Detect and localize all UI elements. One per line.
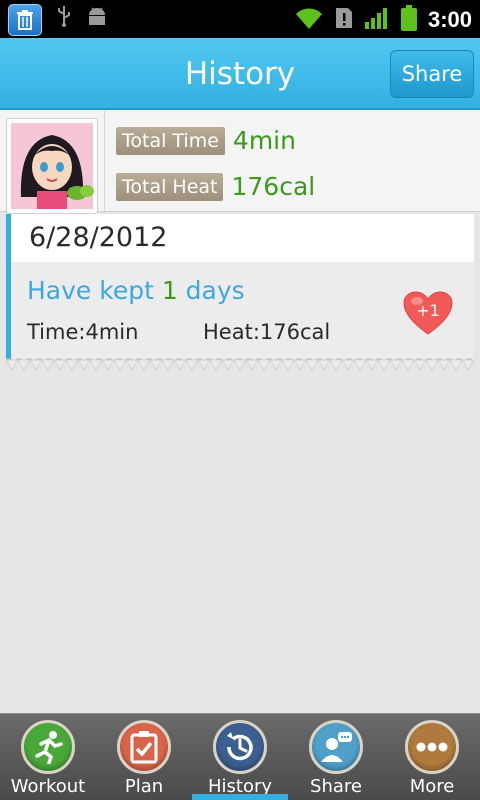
nav-label-share: Share bbox=[310, 776, 362, 797]
total-heat-label: Total Heat bbox=[116, 172, 224, 201]
total-time-value: 4min bbox=[232, 126, 296, 155]
android-icon bbox=[86, 4, 108, 36]
battery-icon bbox=[400, 4, 418, 36]
total-time-row: Total Time 4min bbox=[116, 126, 296, 155]
avatar[interactable] bbox=[6, 118, 98, 214]
trash-icon[interactable] bbox=[8, 4, 42, 36]
header-bar: History Share bbox=[0, 38, 480, 110]
nav-label-plan: Plan bbox=[124, 776, 164, 797]
record-time: Time:4min bbox=[27, 320, 139, 344]
summary-panel: Total Time 4min Total Heat 176cal bbox=[0, 110, 480, 214]
kept-days-text: Have kept 1 days bbox=[27, 276, 245, 305]
nav-plan[interactable]: Plan bbox=[96, 714, 192, 800]
kept-suffix: days bbox=[177, 276, 245, 305]
share-user-icon bbox=[309, 720, 363, 774]
record-date: 6/28/2012 bbox=[6, 214, 474, 262]
status-time: 3:00 bbox=[427, 7, 472, 32]
like-heart-button[interactable]: +1 bbox=[402, 290, 454, 336]
history-record-card[interactable]: 6/28/2012 Have kept 1 days Time:4min Hea… bbox=[6, 214, 474, 372]
wifi-icon bbox=[294, 5, 324, 35]
nav-workout[interactable]: Workout bbox=[0, 714, 96, 800]
more-dots-icon bbox=[405, 720, 459, 774]
status-bar: 3:00 bbox=[0, 0, 480, 38]
kept-prefix: Have kept bbox=[27, 276, 162, 305]
like-badge: +1 bbox=[416, 301, 440, 320]
nav-more[interactable]: More bbox=[384, 714, 480, 800]
share-button[interactable]: Share bbox=[390, 50, 474, 98]
kept-count: 1 bbox=[161, 276, 178, 305]
history-clock-icon bbox=[213, 720, 267, 774]
nav-label-more: More bbox=[409, 776, 455, 797]
clipboard-check-icon bbox=[117, 720, 171, 774]
nav-share[interactable]: Share bbox=[288, 714, 384, 800]
runner-icon bbox=[21, 720, 75, 774]
alert-icon bbox=[334, 6, 354, 34]
record-body: Have kept 1 days Time:4min Heat:176cal +… bbox=[6, 262, 474, 360]
signal-icon bbox=[364, 6, 390, 34]
divider bbox=[104, 110, 105, 211]
total-time-label: Total Time bbox=[116, 126, 225, 155]
record-heat: Heat:176cal bbox=[203, 320, 331, 344]
total-heat-row: Total Heat 176cal bbox=[116, 172, 315, 201]
usb-icon bbox=[56, 4, 72, 36]
nav-label-workout: Workout bbox=[10, 776, 86, 797]
active-tab-indicator bbox=[192, 794, 288, 800]
total-heat-value: 176cal bbox=[231, 172, 316, 201]
nav-history[interactable]: History bbox=[192, 714, 288, 800]
card-torn-edge bbox=[6, 358, 474, 371]
bottom-nav: Workout Plan History Share More bbox=[0, 713, 480, 800]
